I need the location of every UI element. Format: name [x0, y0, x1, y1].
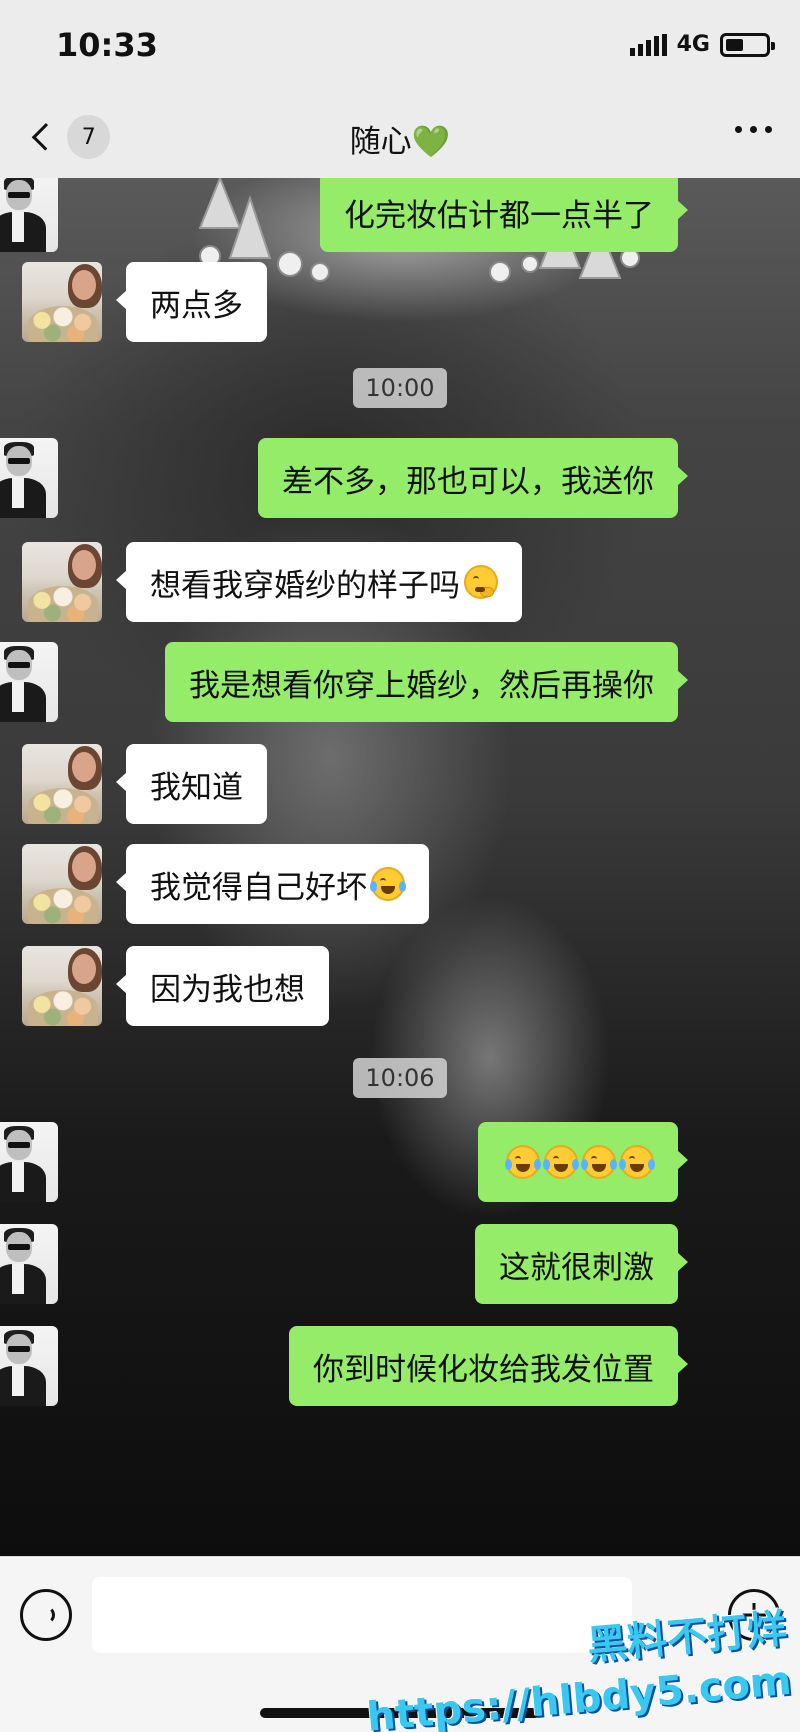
message-text: 两点多: [150, 287, 243, 324]
message-bubble[interactable]: 我知道: [116, 744, 267, 824]
tears-of-joy-face-icon: [505, 1145, 541, 1179]
message-bubble[interactable]: 想看我穿婚纱的样子吗: [116, 542, 522, 622]
dot-icon: [750, 126, 757, 133]
received-message: 我觉得自己好坏: [0, 844, 800, 924]
status-indicators: 4G: [629, 32, 775, 57]
message-bubble[interactable]: 因为我也想: [116, 946, 329, 1026]
my-avatar[interactable]: [0, 1224, 58, 1304]
chat-header: 7 随心💚: [0, 96, 800, 178]
message-text: 想看我穿婚纱的样子吗: [150, 567, 460, 604]
contact-avatar[interactable]: [22, 946, 102, 1026]
contact-avatar[interactable]: [22, 744, 102, 824]
tears-of-joy-face-icon: [581, 1145, 617, 1179]
more-options-button[interactable]: [735, 126, 772, 133]
status-time: 10:33: [56, 26, 158, 64]
sent-message: 你到时候化妆给我发位置: [0, 1326, 800, 1406]
message-bubble[interactable]: 这就很刺激: [475, 1224, 688, 1304]
message-text: 因为我也想: [150, 971, 305, 1008]
message-bubble[interactable]: 两点多: [116, 262, 267, 342]
received-message: 因为我也想: [0, 946, 800, 1026]
voice-icon: [37, 1606, 55, 1624]
message-text: 我知道: [150, 769, 243, 806]
contact-avatar[interactable]: [22, 844, 102, 924]
my-avatar[interactable]: [0, 642, 58, 722]
my-avatar[interactable]: [0, 1326, 58, 1406]
timestamp-text: 10:00: [353, 368, 447, 408]
message-timestamp: 10:06: [0, 1058, 800, 1098]
received-message: 我知道: [0, 744, 800, 824]
message-bubble[interactable]: 我是想看你穿上婚纱，然后再操你: [165, 642, 688, 722]
message-text: 你到时候化妆给我发位置: [313, 1351, 654, 1388]
sent-message: 我是想看你穿上婚纱，然后再操你: [0, 642, 800, 722]
tears-of-joy-face-icon: [543, 1145, 579, 1179]
chat-title: 随心💚: [349, 124, 451, 160]
battery-icon: [720, 32, 775, 57]
rolling-laughing-face-icon: [370, 867, 406, 901]
message-bubble[interactable]: [478, 1122, 688, 1202]
message-text: 我是想看你穿上婚纱，然后再操你: [189, 667, 654, 704]
sent-message: 化完妆估计都一点半了: [0, 178, 800, 252]
sent-message: 这就很刺激: [0, 1224, 800, 1304]
network-type: 4G: [676, 32, 710, 57]
voice-input-button[interactable]: [20, 1589, 72, 1641]
my-avatar[interactable]: [0, 438, 58, 518]
message-bubble[interactable]: 你到时候化妆给我发位置: [289, 1326, 688, 1406]
message-text: 我觉得自己好坏: [150, 869, 367, 906]
message-text: 差不多，那也可以，我送你: [282, 463, 654, 500]
status-bar: 10:33 4G: [0, 0, 800, 96]
contact-avatar[interactable]: [22, 542, 102, 622]
timestamp-text: 10:06: [353, 1058, 447, 1098]
signal-icon: [629, 33, 667, 56]
message-timestamp: 10:00: [0, 368, 800, 408]
sent-message: 差不多，那也可以，我送你: [0, 438, 800, 518]
thinking-face-icon: [464, 565, 498, 599]
chat-area[interactable]: 化完妆估计都一点半了两点多 10:00 差不多，那也可以，我送你想看我穿婚纱的样子吗…: [0, 178, 800, 1556]
message-text: 化完妆估计都一点半了: [344, 197, 654, 234]
received-message: 两点多: [0, 262, 800, 342]
my-avatar[interactable]: [0, 178, 58, 252]
contact-avatar[interactable]: [22, 262, 102, 342]
message-bubble[interactable]: 化完妆估计都一点半了: [320, 178, 688, 252]
message-bubble[interactable]: 我觉得自己好坏: [116, 844, 429, 924]
received-message: 想看我穿婚纱的样子吗: [0, 542, 800, 622]
dot-icon: [735, 126, 742, 133]
sent-message: [0, 1122, 800, 1202]
dot-icon: [765, 126, 772, 133]
tears-of-joy-face-icon: [619, 1145, 655, 1179]
message-bubble[interactable]: 差不多，那也可以，我送你: [258, 438, 688, 518]
message-text: 这就很刺激: [499, 1249, 654, 1286]
battery-fill: [726, 38, 744, 51]
my-avatar[interactable]: [0, 1122, 58, 1202]
